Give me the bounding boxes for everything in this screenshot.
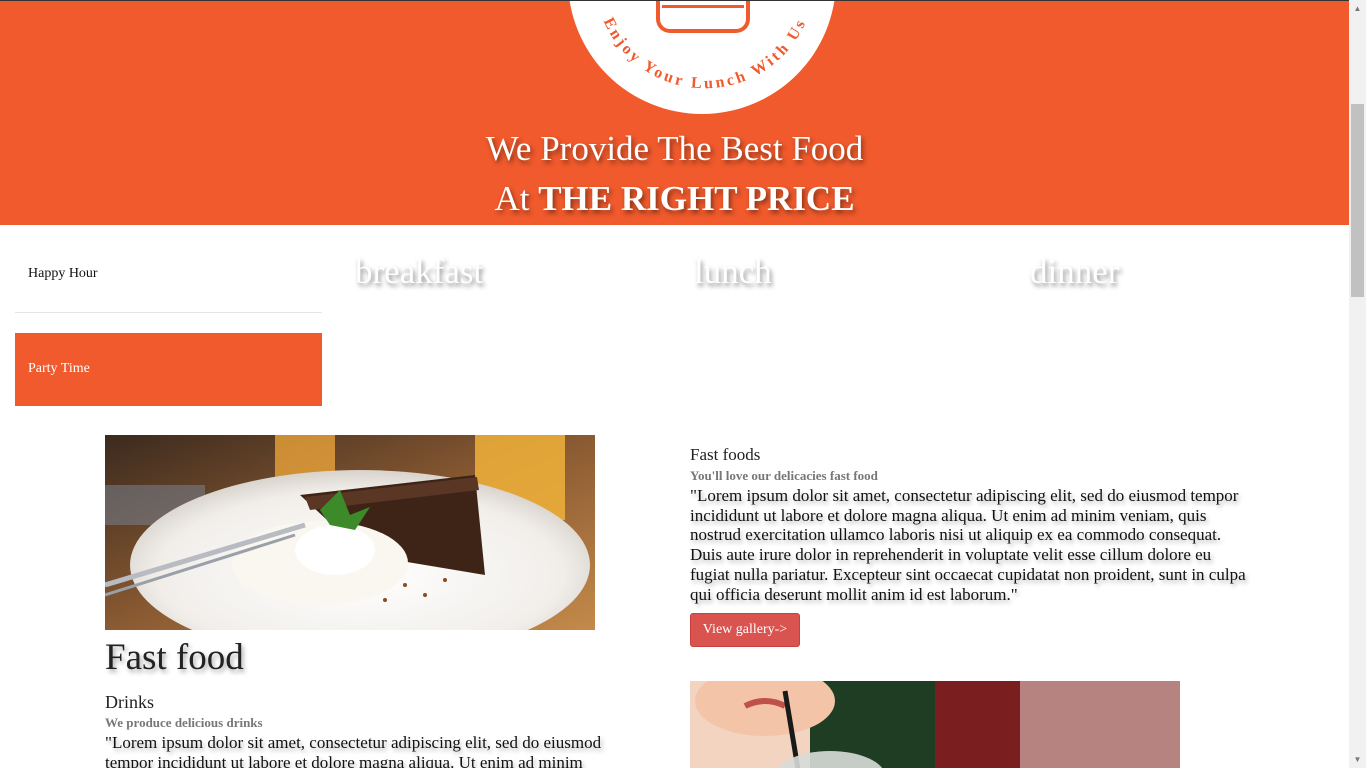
fast-foods-heading: Fast foods: [690, 445, 761, 464]
drinks-tagline: We produce delicious drinks: [105, 715, 263, 730]
tab-dinner[interactable]: dinner: [1030, 252, 1119, 292]
section-title: Fast food: [105, 637, 244, 678]
dessert-photo: [105, 435, 595, 630]
fast-foods-description: "Lorem ipsum dolor sit amet, consectetur…: [690, 486, 1246, 604]
side-item-label: Happy Hour: [28, 266, 98, 281]
scroll-down-arrow-icon[interactable]: ▼: [1349, 751, 1366, 768]
drinks-heading: Drinks: [105, 692, 154, 712]
logo-tagline: Enjoy Your Lunch With Us: [600, 15, 810, 92]
fast-foods-tagline: You'll love our delicacies fast food: [690, 468, 878, 483]
hero-subheadline-prefix: At: [494, 179, 530, 218]
hero-subheadline: At THE RIGHT PRICE: [0, 179, 1349, 219]
hero-subheadline-bold: THE RIGHT PRICE: [538, 179, 855, 218]
side-item-party-time[interactable]: Party Time: [15, 333, 322, 406]
scroll-thumb[interactable]: [1351, 104, 1364, 297]
side-item-happy-hour[interactable]: Happy Hour: [15, 238, 322, 313]
side-menu: Happy Hour Party Time: [15, 238, 322, 406]
side-item-label: Party Time: [28, 361, 90, 376]
tab-breakfast[interactable]: breakfast: [355, 252, 483, 292]
drinks-description: "Lorem ipsum dolor sit amet, consectetur…: [105, 733, 602, 768]
drinks-photo: [690, 681, 1180, 768]
tab-lunch[interactable]: lunch: [694, 252, 772, 292]
view-gallery-button[interactable]: View gallery->: [690, 613, 800, 647]
svg-text:Enjoy Your Lunch With Us: Enjoy Your Lunch With Us: [600, 15, 810, 92]
hero-headline: We Provide The Best Food: [485, 129, 864, 168]
vertical-scrollbar[interactable]: ▲ ▼: [1349, 0, 1366, 768]
scroll-up-arrow-icon[interactable]: ▲: [1349, 0, 1366, 17]
hero-banner: Enjoy Your Lunch With Us We Provide The …: [0, 0, 1349, 225]
